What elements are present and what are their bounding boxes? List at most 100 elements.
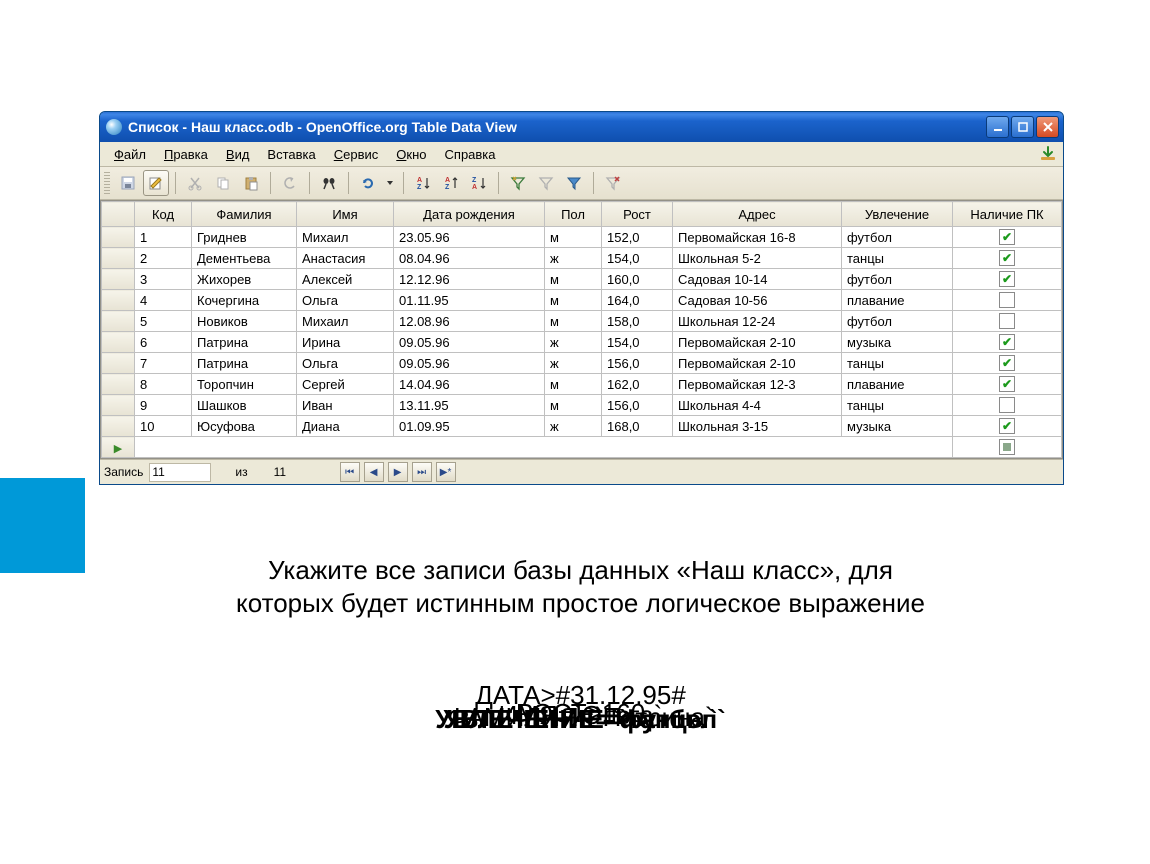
cell-pc[interactable]	[953, 269, 1062, 290]
checkbox-icon[interactable]	[999, 229, 1015, 245]
cell-family[interactable]: Шашков	[192, 395, 297, 416]
cell-date[interactable]: 12.12.96	[394, 269, 545, 290]
copy-button[interactable]	[210, 170, 236, 196]
cell-sex[interactable]: м	[545, 374, 602, 395]
cell-pc[interactable]	[953, 374, 1062, 395]
autofilter-button[interactable]	[505, 170, 531, 196]
cell-date[interactable]: 09.05.96	[394, 332, 545, 353]
cell-code[interactable]: 7	[135, 353, 192, 374]
empty-cell[interactable]	[135, 437, 953, 458]
cell-height[interactable]: 154,0	[602, 332, 673, 353]
cell-sex[interactable]: м	[545, 311, 602, 332]
cell-height[interactable]: 162,0	[602, 374, 673, 395]
menu-edit[interactable]: Правка	[156, 145, 216, 164]
cell-code[interactable]: 3	[135, 269, 192, 290]
cell-code[interactable]: 1	[135, 227, 192, 248]
prev-record-button[interactable]: ◀	[364, 462, 384, 482]
cell-date[interactable]: 12.08.96	[394, 311, 545, 332]
cell-code[interactable]: 10	[135, 416, 192, 437]
cell-addr[interactable]: Школьная 12-24	[673, 311, 842, 332]
row-header-cell[interactable]	[102, 290, 135, 311]
cell-height[interactable]: 158,0	[602, 311, 673, 332]
cell-code[interactable]: 9	[135, 395, 192, 416]
first-record-button[interactable]: ⏮	[340, 462, 360, 482]
checkbox-icon[interactable]	[999, 250, 1015, 266]
cell-name[interactable]: Анастасия	[297, 248, 394, 269]
cell-hobby[interactable]: музыка	[842, 416, 953, 437]
cell-addr[interactable]: Первомайская 2-10	[673, 353, 842, 374]
cell-height[interactable]: 164,0	[602, 290, 673, 311]
menu-insert[interactable]: Вставка	[259, 145, 323, 164]
table-row[interactable]: 4КочергинаОльга01.11.95м164,0Садовая 10-…	[102, 290, 1062, 311]
next-record-button[interactable]: ▶	[388, 462, 408, 482]
cell-pc[interactable]	[953, 311, 1062, 332]
checkbox-icon[interactable]	[999, 313, 1015, 329]
cell-name[interactable]: Михаил	[297, 311, 394, 332]
table-row[interactable]: 7ПатринаОльга09.05.96ж156,0Первомайская …	[102, 353, 1062, 374]
cell-code[interactable]: 6	[135, 332, 192, 353]
cell-date[interactable]: 23.05.96	[394, 227, 545, 248]
checkbox-icon[interactable]	[999, 292, 1015, 308]
row-header-cell[interactable]	[102, 374, 135, 395]
menu-view[interactable]: Вид	[218, 145, 258, 164]
last-record-button[interactable]: ⏭	[412, 462, 432, 482]
table-row[interactable]: 3ЖихоревАлексей12.12.96м160,0Садовая 10-…	[102, 269, 1062, 290]
row-header-cell[interactable]	[102, 248, 135, 269]
edit-button[interactable]	[143, 170, 169, 196]
cell-pc[interactable]	[953, 248, 1062, 269]
row-header-cell[interactable]	[102, 269, 135, 290]
cell-code[interactable]: 8	[135, 374, 192, 395]
cell-sex[interactable]: ж	[545, 332, 602, 353]
col-height[interactable]: Рост	[602, 202, 673, 227]
checkbox-icon[interactable]	[999, 271, 1015, 287]
save-button[interactable]	[115, 170, 141, 196]
filter-button[interactable]	[533, 170, 559, 196]
cell-pc[interactable]	[953, 290, 1062, 311]
col-name[interactable]: Имя	[297, 202, 394, 227]
cell-family[interactable]: Новиков	[192, 311, 297, 332]
cell-addr[interactable]: Садовая 10-14	[673, 269, 842, 290]
row-header-cell[interactable]	[102, 332, 135, 353]
table-row[interactable]: 10ЮсуфоваДиана01.09.95ж168,0Школьная 3-1…	[102, 416, 1062, 437]
cell-family[interactable]: Юсуфова	[192, 416, 297, 437]
cell-family[interactable]: Кочергина	[192, 290, 297, 311]
cell-name[interactable]: Сергей	[297, 374, 394, 395]
cell-date[interactable]: 01.11.95	[394, 290, 545, 311]
maximize-button[interactable]	[1011, 116, 1034, 138]
cell-family[interactable]: Жихорев	[192, 269, 297, 290]
cell-family[interactable]: Дементьева	[192, 248, 297, 269]
col-pc[interactable]: Наличие ПК	[953, 202, 1062, 227]
cell-sex[interactable]: м	[545, 269, 602, 290]
row-header-cell[interactable]	[102, 395, 135, 416]
record-number-field[interactable]	[149, 463, 211, 482]
menu-help[interactable]: Справка	[437, 145, 504, 164]
cell-name[interactable]: Диана	[297, 416, 394, 437]
cell-hobby[interactable]: футбол	[842, 269, 953, 290]
cell-hobby[interactable]: футбол	[842, 311, 953, 332]
cell-date[interactable]: 09.05.96	[394, 353, 545, 374]
sort-button[interactable]: ZA	[466, 170, 492, 196]
col-code[interactable]: Код	[135, 202, 192, 227]
cell-height[interactable]: 156,0	[602, 395, 673, 416]
cell-code[interactable]: 4	[135, 290, 192, 311]
cell-family[interactable]: Гриднев	[192, 227, 297, 248]
sort-asc-button[interactable]: AZ	[410, 170, 436, 196]
cell-pc[interactable]	[953, 353, 1062, 374]
cell-date[interactable]: 13.11.95	[394, 395, 545, 416]
cell-name[interactable]: Иван	[297, 395, 394, 416]
close-button[interactable]	[1036, 116, 1059, 138]
cell-hobby[interactable]: танцы	[842, 353, 953, 374]
cell-addr[interactable]: Первомайская 16-8	[673, 227, 842, 248]
cell-height[interactable]: 156,0	[602, 353, 673, 374]
cell-addr[interactable]: Садовая 10-56	[673, 290, 842, 311]
paste-button[interactable]	[238, 170, 264, 196]
cell-sex[interactable]: м	[545, 290, 602, 311]
refresh-button[interactable]	[355, 170, 381, 196]
checkbox-icon[interactable]	[999, 334, 1015, 350]
checkbox-icon[interactable]	[999, 418, 1015, 434]
menu-window[interactable]: Окно	[388, 145, 434, 164]
undo-button[interactable]	[277, 170, 303, 196]
table-row[interactable]: 6ПатринаИрина09.05.96ж154,0Первомайская …	[102, 332, 1062, 353]
cell-hobby[interactable]: музыка	[842, 332, 953, 353]
minimize-button[interactable]	[986, 116, 1009, 138]
